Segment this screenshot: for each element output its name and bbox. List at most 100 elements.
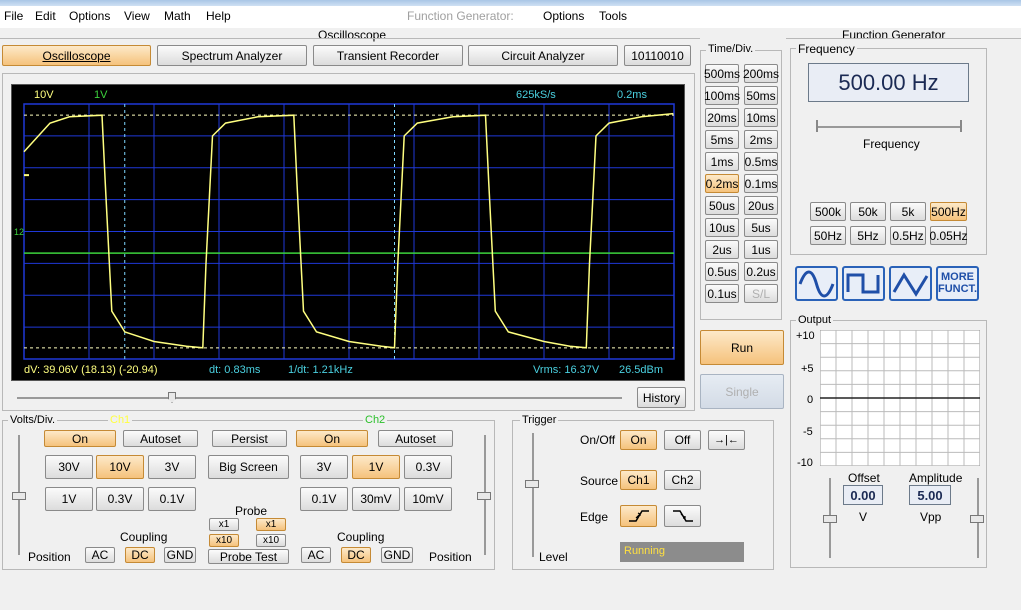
ch2-range-0.3v[interactable]: 0.3V [404,455,452,479]
ch1-range-3v[interactable]: 3V [148,455,196,479]
amplitude-slider-thumb[interactable] [970,515,984,523]
ch1-coupling-dc[interactable]: DC [125,547,155,563]
history-button[interactable]: History [637,387,686,408]
timediv-1us[interactable]: 1us [744,240,778,259]
fg-range-50k[interactable]: 50k [850,202,886,221]
ch1-position-thumb[interactable] [12,492,26,500]
fg-range-0.5hz[interactable]: 0.5Hz [890,226,926,245]
timediv-20ms[interactable]: 20ms [705,108,739,127]
menu-options[interactable]: Options [69,9,110,23]
fg-range-0.05hz[interactable]: 0.05Hz [929,226,968,245]
timediv-10us[interactable]: 10us [705,218,739,237]
ch1-probe-x10[interactable]: x10 [209,534,239,547]
trigger-on-button[interactable]: On [620,430,657,450]
fg-range-500k[interactable]: 500k [810,202,846,221]
history-slider[interactable] [17,397,622,399]
tab-circuit-analyzer[interactable]: Circuit Analyzer [468,45,618,66]
rising-edge-icon[interactable] [620,505,657,527]
trigger-level-thumb[interactable] [525,480,539,488]
timediv-0.1us[interactable]: 0.1us [705,284,739,303]
ch1-coupling-ac[interactable]: AC [85,547,115,563]
trigger-source-ch2[interactable]: Ch2 [664,470,701,490]
timediv-0.2ms[interactable]: 0.2ms [705,174,739,193]
fg-range-50hz[interactable]: 50Hz [810,226,846,245]
ch1-autoset-button[interactable]: Autoset [123,430,198,447]
trigger-level-slider[interactable] [532,433,534,557]
ch1-range-10v[interactable]: 10V [96,455,144,479]
timediv-20us[interactable]: 20us [744,196,778,215]
ch2-range-1v[interactable]: 1V [352,455,400,479]
timediv-s-l[interactable]: S/L [744,284,778,303]
tab-spectrum-analyzer[interactable]: Spectrum Analyzer [157,45,307,66]
tab-transient-recorder[interactable]: Transient Recorder [313,45,463,66]
ch1-probe-x1[interactable]: x1 [209,518,239,531]
falling-edge-icon[interactable] [664,505,701,527]
menu-view[interactable]: View [124,9,150,23]
big-screen-button[interactable]: Big Screen [208,455,289,479]
trigger-source-ch1[interactable]: Ch1 [620,470,657,490]
offset-value[interactable]: 0.00 [843,485,883,505]
ch2-range-3v[interactable]: 3V [300,455,348,479]
timediv-title: Time/Div. [706,43,756,55]
timediv-100ms[interactable]: 100ms [704,86,740,105]
timediv-0.5us[interactable]: 0.5us [705,262,739,281]
scope-display[interactable]: 10V 1V 625kS/s 0.2ms 12 dV: 39.06V (18.1… [11,84,685,381]
ch2-coupling-gnd[interactable]: GND [381,547,413,563]
ch1-range-30v[interactable]: 30V [45,455,93,479]
trigger-off-button[interactable]: Off [664,430,701,450]
fg-range-5hz[interactable]: 5Hz [850,226,886,245]
ch2-position-thumb[interactable] [477,492,491,500]
ch1-coupling-gnd[interactable]: GND [164,547,196,563]
sine-wave-icon[interactable] [795,266,838,301]
timediv-200ms[interactable]: 200ms [743,64,779,83]
ch2-range-0.1v[interactable]: 0.1V [300,487,348,511]
timediv-5us[interactable]: 5us [744,218,778,237]
tab-logic[interactable]: 10110010 [624,45,691,66]
persist-button[interactable]: Persist [212,430,287,447]
timediv-5ms[interactable]: 5ms [705,130,739,149]
fg-range-500hz[interactable]: 500Hz [930,202,967,221]
fg-menu-tools[interactable]: Tools [599,9,627,23]
timediv-0.1ms[interactable]: 0.1ms [744,174,778,193]
frequency-display[interactable]: 500.00 Hz [808,63,969,102]
timediv-50ms[interactable]: 50ms [744,86,778,105]
single-button[interactable]: Single [700,374,784,409]
fg-menu-options[interactable]: Options [543,9,584,23]
trigger-center-icon[interactable]: →|← [708,430,745,450]
menu-math[interactable]: Math [164,9,191,23]
run-button[interactable]: Run [700,330,784,365]
ch2-probe-x1[interactable]: x1 [256,518,286,531]
triangle-wave-icon[interactable] [889,266,932,301]
timediv-1ms[interactable]: 1ms [705,152,739,171]
timediv-2ms[interactable]: 2ms [744,130,778,149]
timediv-2us[interactable]: 2us [705,240,739,259]
square-wave-icon[interactable] [842,266,885,301]
amplitude-value[interactable]: 5.00 [909,485,951,505]
probe-test-button[interactable]: Probe Test [208,549,289,564]
ch1-on-button[interactable]: On [44,430,116,447]
timediv-0.5ms[interactable]: 0.5ms [744,152,778,171]
frequency-slider[interactable] [816,126,962,128]
timediv-50us[interactable]: 50us [705,196,739,215]
trigger-source-label: Source [580,474,619,488]
timediv-500ms[interactable]: 500ms [704,64,740,83]
ch2-coupling-dc[interactable]: DC [341,547,371,563]
tab-oscilloscope[interactable]: Oscilloscope [2,45,151,66]
more-functions-button[interactable]: MORE FUNCT. [936,266,979,301]
ch1-range-1v[interactable]: 1V [45,487,93,511]
ch2-range-10mv[interactable]: 10mV [404,487,452,511]
ch2-coupling-ac[interactable]: AC [301,547,331,563]
offset-slider-thumb[interactable] [823,515,837,523]
menu-file[interactable]: File [4,9,23,23]
timediv-10ms[interactable]: 10ms [744,108,778,127]
ch1-range-0.1v[interactable]: 0.1V [148,487,196,511]
ch2-probe-x10[interactable]: x10 [256,534,286,547]
menu-edit[interactable]: Edit [35,9,56,23]
ch2-on-button[interactable]: On [296,430,368,447]
ch1-range-0.3v[interactable]: 0.3V [96,487,144,511]
ch2-range-30mv[interactable]: 30mV [352,487,400,511]
timediv-0.2us[interactable]: 0.2us [744,262,778,281]
fg-range-5k[interactable]: 5k [890,202,926,221]
menu-help[interactable]: Help [206,9,231,23]
ch2-autoset-button[interactable]: Autoset [378,430,453,447]
